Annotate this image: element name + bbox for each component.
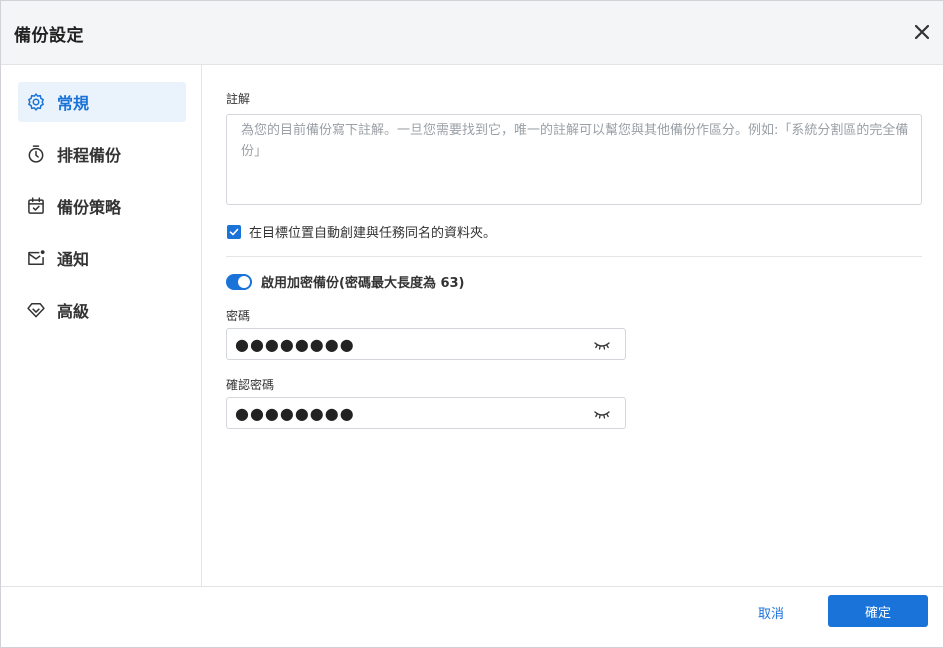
sidebar-item-general[interactable]: 常規 xyxy=(18,82,186,122)
calendar-check-icon xyxy=(25,195,47,217)
password-label: 密碼 xyxy=(226,309,251,323)
confirm-password-value: ●●●●●●●● xyxy=(235,404,355,423)
encryption-label: 啟用加密備份(密碼最大長度為 63) xyxy=(261,276,465,291)
diamond-icon xyxy=(25,299,47,321)
eye-closed-icon[interactable] xyxy=(593,407,611,421)
sidebar-item-label: 通知 xyxy=(57,250,90,269)
divider xyxy=(226,256,922,257)
sidebar-item-advanced[interactable]: 高級 xyxy=(18,290,186,330)
sidebar: 常規 排程備份 備份策略 通知 高級 xyxy=(1,65,202,586)
create-folder-checkbox[interactable] xyxy=(227,224,241,239)
eye-closed-icon[interactable] xyxy=(593,338,611,352)
encryption-toggle[interactable] xyxy=(226,273,252,290)
create-folder-option: 在目標位置自動創建與任務同名的資料夾。 xyxy=(227,222,496,241)
dialog-header: 備份設定 xyxy=(1,1,943,65)
confirm-password-input[interactable]: ●●●●●●●● xyxy=(226,397,626,429)
dialog-footer: 取消 確定 xyxy=(1,586,943,647)
encryption-option: 啟用加密備份(密碼最大長度為 63) xyxy=(226,272,465,291)
toggle-knob xyxy=(238,275,250,288)
note-textarea[interactable] xyxy=(226,114,922,205)
mail-notification-icon xyxy=(25,247,47,269)
sidebar-item-strategy[interactable]: 備份策略 xyxy=(18,186,186,226)
general-settings-panel: 註解 在目標位置自動創建與任務同名的資料夾。 啟用加密備份(密碼最大長度為 63… xyxy=(203,65,943,586)
sidebar-item-label: 備份策略 xyxy=(57,198,122,217)
ok-button[interactable]: 確定 xyxy=(828,595,928,627)
sidebar-item-label: 高級 xyxy=(57,302,90,321)
sidebar-item-label: 常規 xyxy=(57,94,90,113)
gear-icon xyxy=(25,91,47,113)
backup-settings-dialog: 備份設定 常規 排程備份 備份策略 通知 高級 註解 為您的目前備份寫下註解。一… xyxy=(0,0,944,648)
confirm-password-label: 確認密碼 xyxy=(226,378,275,392)
note-label: 註解 xyxy=(226,92,251,106)
close-icon[interactable] xyxy=(913,23,931,41)
create-folder-label: 在目標位置自動創建與任務同名的資料夾。 xyxy=(249,226,497,241)
checkmark-icon xyxy=(229,228,239,235)
password-value: ●●●●●●●● xyxy=(235,335,355,354)
password-input[interactable]: ●●●●●●●● xyxy=(226,328,626,360)
sidebar-item-schedule[interactable]: 排程備份 xyxy=(18,134,186,174)
cancel-button[interactable]: 取消 xyxy=(734,596,808,628)
sidebar-item-label: 排程備份 xyxy=(57,146,122,165)
dialog-title: 備份設定 xyxy=(14,26,84,46)
sidebar-item-notification[interactable]: 通知 xyxy=(18,238,186,278)
timer-icon xyxy=(25,143,47,165)
